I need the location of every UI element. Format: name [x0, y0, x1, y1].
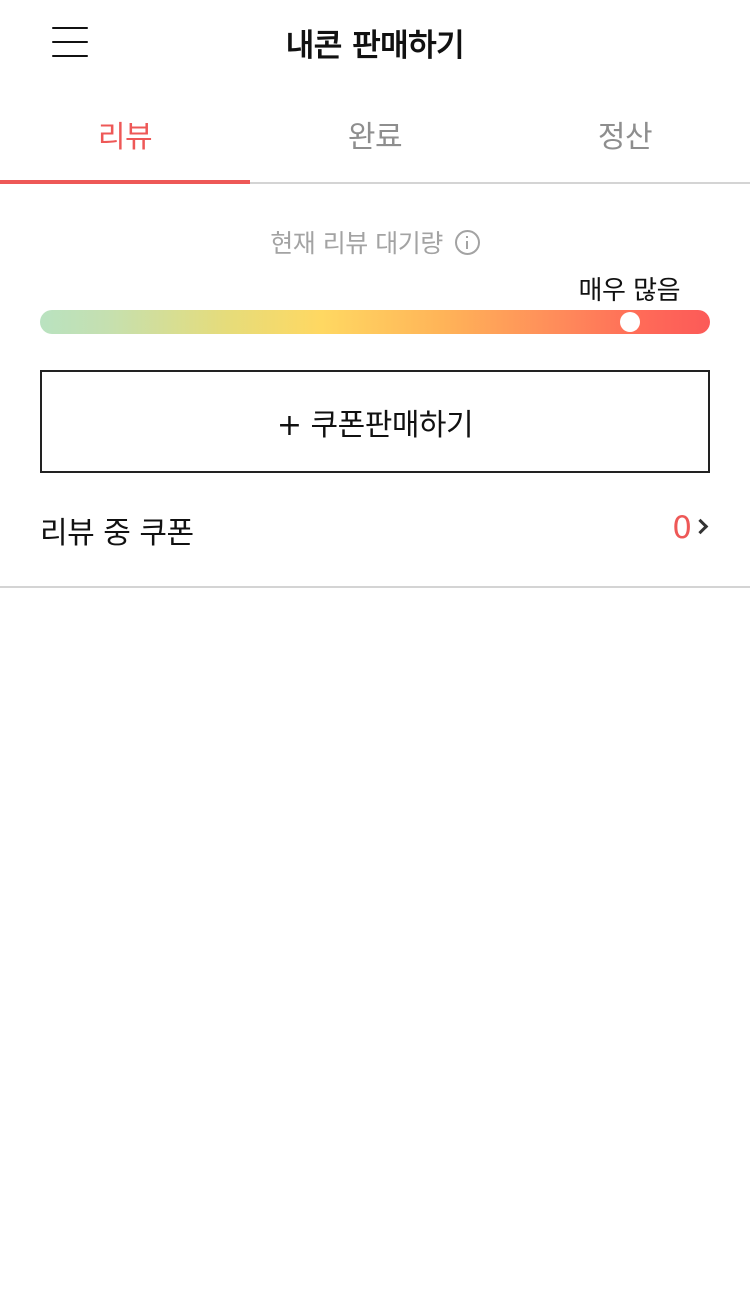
coupons-in-review-label: 리뷰 중 쿠폰 — [40, 516, 194, 551]
tab-completed[interactable]: 완료 — [250, 84, 500, 182]
tab-review[interactable]: 리뷰 — [0, 84, 250, 184]
app-screen: 내콘 판매하기 리뷰 완료 정산 현재 리뷰 대기량 매우 많음 + 쿠폰판매하… — [0, 0, 750, 1290]
coupons-in-review-count: 0 — [672, 510, 692, 546]
queue-level-gauge — [40, 310, 710, 334]
tab-bar: 리뷰 완료 정산 — [0, 84, 750, 184]
tab-settlement[interactable]: 정산 — [500, 84, 750, 182]
page-title: 내콘 판매하기 — [285, 28, 465, 64]
coupons-in-review-row[interactable]: 리뷰 중 쿠폰 0 — [0, 490, 750, 588]
app-header: 내콘 판매하기 — [0, 0, 750, 84]
info-circle-icon[interactable] — [454, 229, 480, 255]
chevron-right-icon — [692, 518, 709, 535]
queue-level-text: 매우 많음 — [578, 276, 681, 306]
review-queue-label: 현재 리뷰 대기량 — [270, 229, 443, 258]
sell-coupon-button[interactable]: + 쿠폰판매하기 — [40, 370, 710, 473]
gauge-indicator — [619, 312, 640, 332]
review-queue-header: 현재 리뷰 대기량 — [0, 224, 750, 260]
